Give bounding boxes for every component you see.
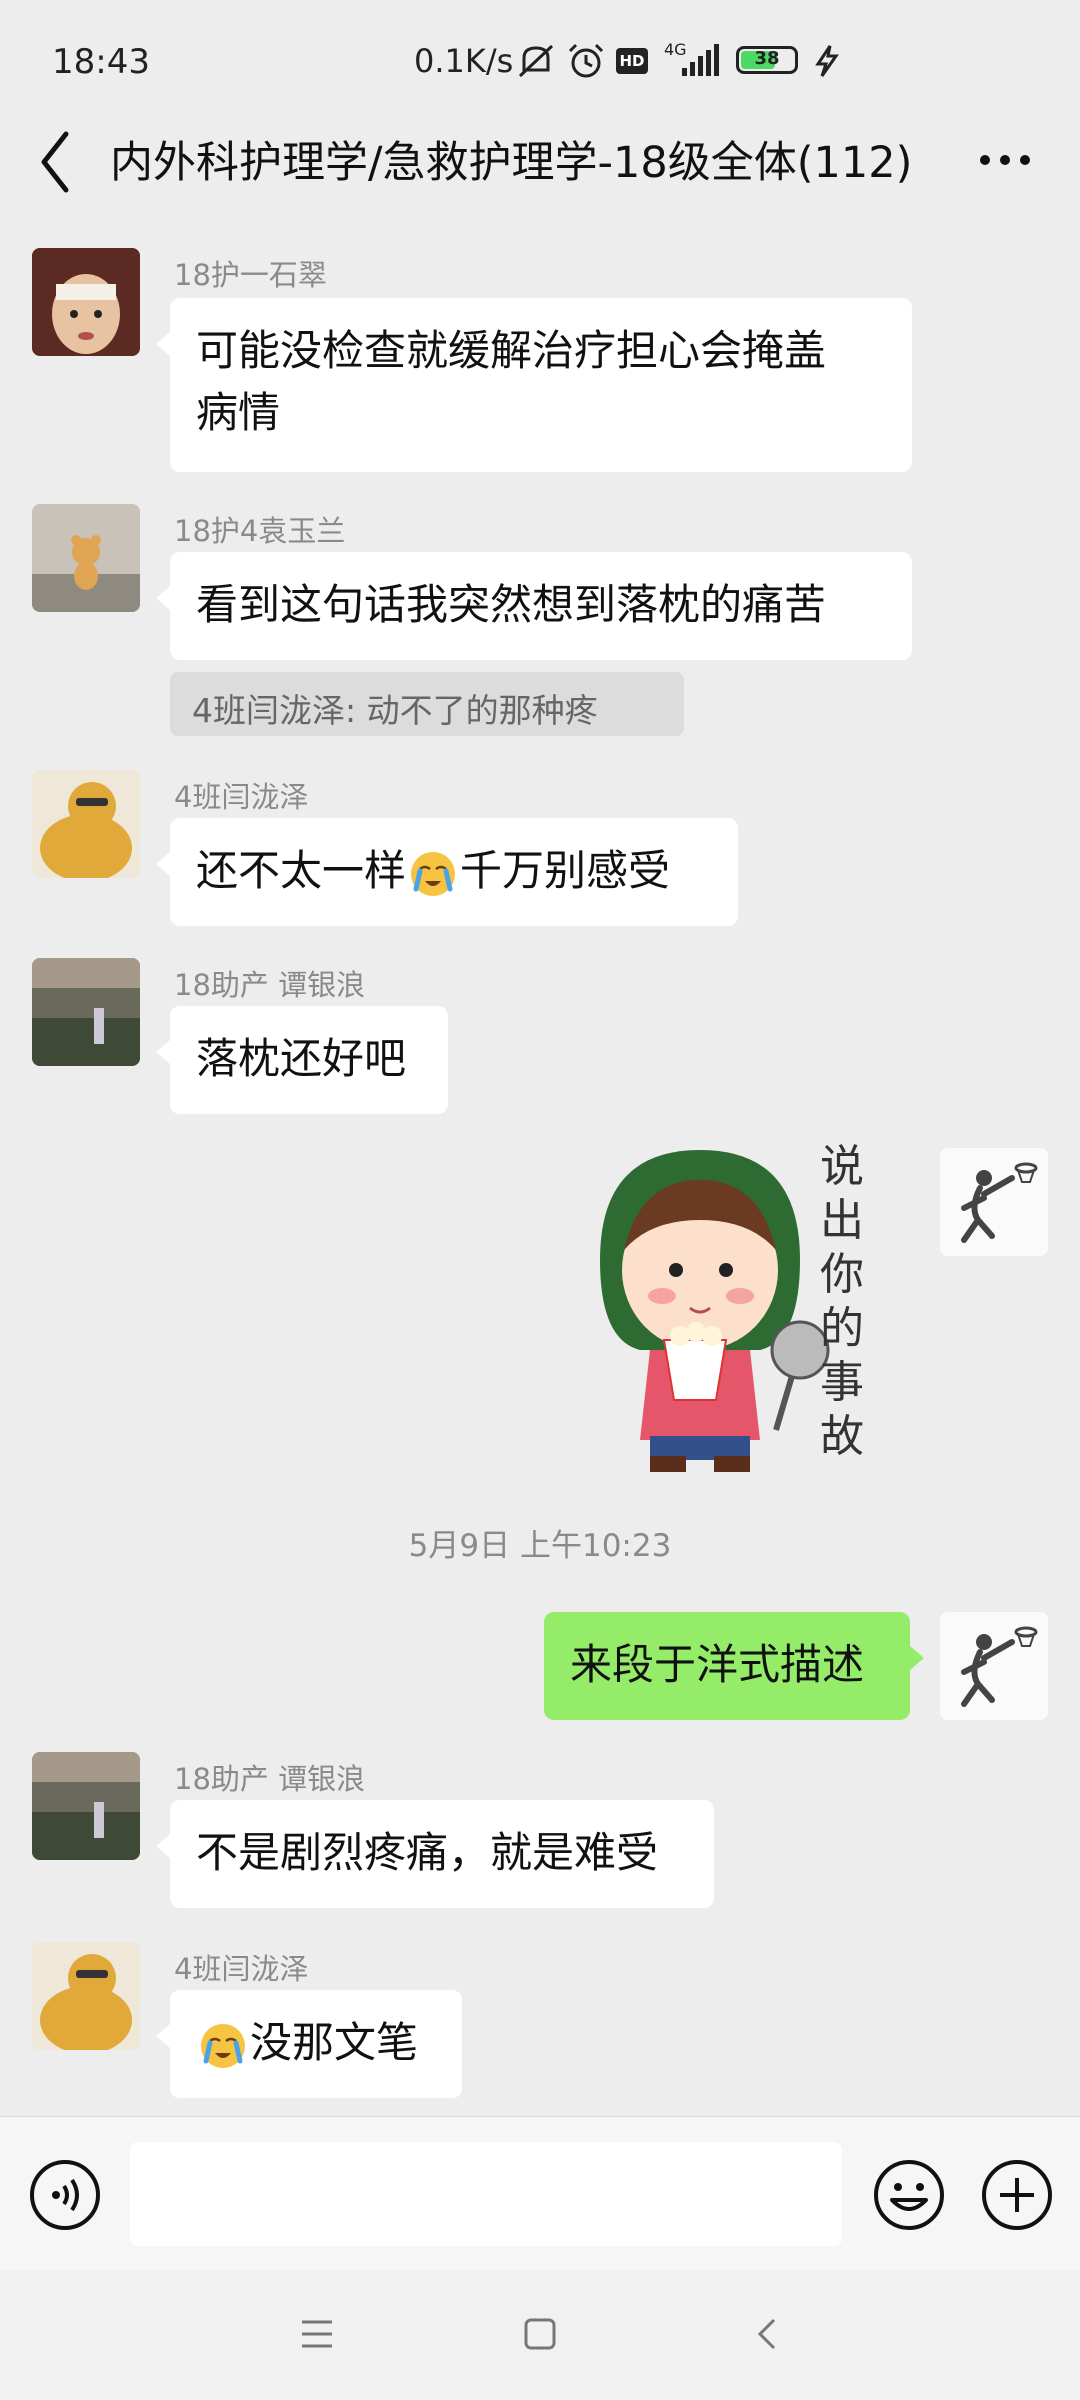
- self-avatar[interactable]: [940, 1148, 1048, 1256]
- basketball-player-icon: [940, 1148, 1048, 1256]
- avatar[interactable]: [32, 248, 140, 356]
- self-avatar[interactable]: [940, 1612, 1048, 1720]
- avatar[interactable]: [32, 958, 140, 1066]
- message-bubble[interactable]: 不是剧烈疼痛，就是难受: [156, 1800, 714, 1908]
- message-text: 看到这句话我突然想到落枕的痛苦: [196, 580, 827, 629]
- sender-name: 18助产 谭银浪: [174, 968, 366, 1002]
- sender-name: 4班闫泷泽: [174, 1952, 309, 1986]
- sender-name: 4班闫泷泽: [174, 780, 309, 814]
- message-bubble[interactable]: 没那文笔: [156, 1990, 462, 2098]
- mute-icon: [518, 44, 554, 78]
- avatar-bear-image: [32, 504, 140, 612]
- crying-face-icon: [201, 2023, 245, 2068]
- sender-name: 18护4袁玉兰: [174, 514, 346, 548]
- menu-nav-icon[interactable]: [298, 2316, 336, 2352]
- message-input[interactable]: [130, 2142, 842, 2246]
- message-text-line: 病情: [196, 388, 281, 437]
- sticker-char: 故: [820, 1411, 864, 1462]
- message-bubble[interactable]: 还不太一样 千万别感受: [156, 818, 738, 926]
- message-bubble[interactable]: 落枕还好吧: [156, 1006, 448, 1114]
- hd-badge: HD: [616, 48, 648, 74]
- sticker-char: 说: [820, 1141, 864, 1192]
- crying-face-icon: [411, 851, 456, 896]
- basketball-player-icon: [940, 1612, 1048, 1720]
- avatar-photo-image: [32, 958, 140, 1066]
- message-text: 不是剧烈疼痛，就是难受: [196, 1828, 659, 1877]
- message-bubble-outgoing[interactable]: 来段于洋式描述: [544, 1612, 924, 1720]
- avatar[interactable]: [32, 504, 140, 612]
- chat-title: 内外科护理学/急救护理学-18级全体(112): [110, 138, 913, 188]
- quoted-text: 4班闫泷泽: 动不了的那种疼: [192, 691, 598, 730]
- more-icon[interactable]: [975, 140, 1035, 180]
- sender-name: 18护一石翠: [174, 258, 327, 292]
- back-nav-icon[interactable]: [752, 2316, 782, 2352]
- avatar-photo-image: [32, 1752, 140, 1860]
- avatar-child-image: [32, 248, 140, 356]
- sticker-char: 事: [820, 1357, 864, 1408]
- message-text: 千万别感受: [460, 846, 671, 895]
- battery-icon: 38: [736, 46, 798, 74]
- sticker-char: 的: [820, 1303, 864, 1354]
- message-text: 落枕还好吧: [196, 1034, 407, 1083]
- message-bubble[interactable]: 看到这句话我突然想到落枕的痛苦: [156, 552, 912, 660]
- message-text: 还不太一样: [196, 846, 407, 895]
- charging-icon: [815, 45, 839, 77]
- avatar[interactable]: [32, 1752, 140, 1860]
- avatar[interactable]: [32, 770, 140, 878]
- sticker-char: 你: [820, 1249, 864, 1300]
- avatar[interactable]: [32, 1942, 140, 2050]
- sticker-char: 出: [820, 1195, 864, 1246]
- network-speed: 0.1K/s: [414, 42, 514, 80]
- message-bubble[interactable]: 可能没检查就缓解治疗担心会掩盖 病情: [156, 298, 912, 472]
- back-icon[interactable]: [30, 122, 80, 202]
- quoted-reply[interactable]: 4班闫泷泽: 动不了的那种疼: [170, 672, 684, 736]
- avatar-duck-image: [32, 1942, 140, 2050]
- message-text: 来段于洋式描述: [570, 1640, 865, 1689]
- plus-icon[interactable]: [980, 2158, 1054, 2232]
- signal-icon: [682, 44, 719, 76]
- avatar-duck-image: [32, 770, 140, 878]
- sticker-caption: 说 出 你 的 事 故: [820, 1140, 890, 1464]
- alarm-icon: [568, 43, 604, 78]
- voice-icon[interactable]: [28, 2158, 102, 2232]
- home-nav-icon[interactable]: [522, 2316, 558, 2352]
- message-text: 没那文笔: [250, 2018, 419, 2067]
- sender-name: 18助产 谭银浪: [174, 1762, 366, 1796]
- emoji-icon[interactable]: [872, 2158, 946, 2232]
- sticker-image[interactable]: 说 出 你 的 事 故: [580, 1140, 900, 1480]
- battery-level: 38: [754, 48, 780, 69]
- status-time: 18:43: [52, 42, 150, 82]
- message-text-line: 可能没检查就缓解治疗担心会掩盖: [196, 326, 827, 375]
- chat-timestamp: 5月9日 上午10:23: [408, 1528, 672, 1564]
